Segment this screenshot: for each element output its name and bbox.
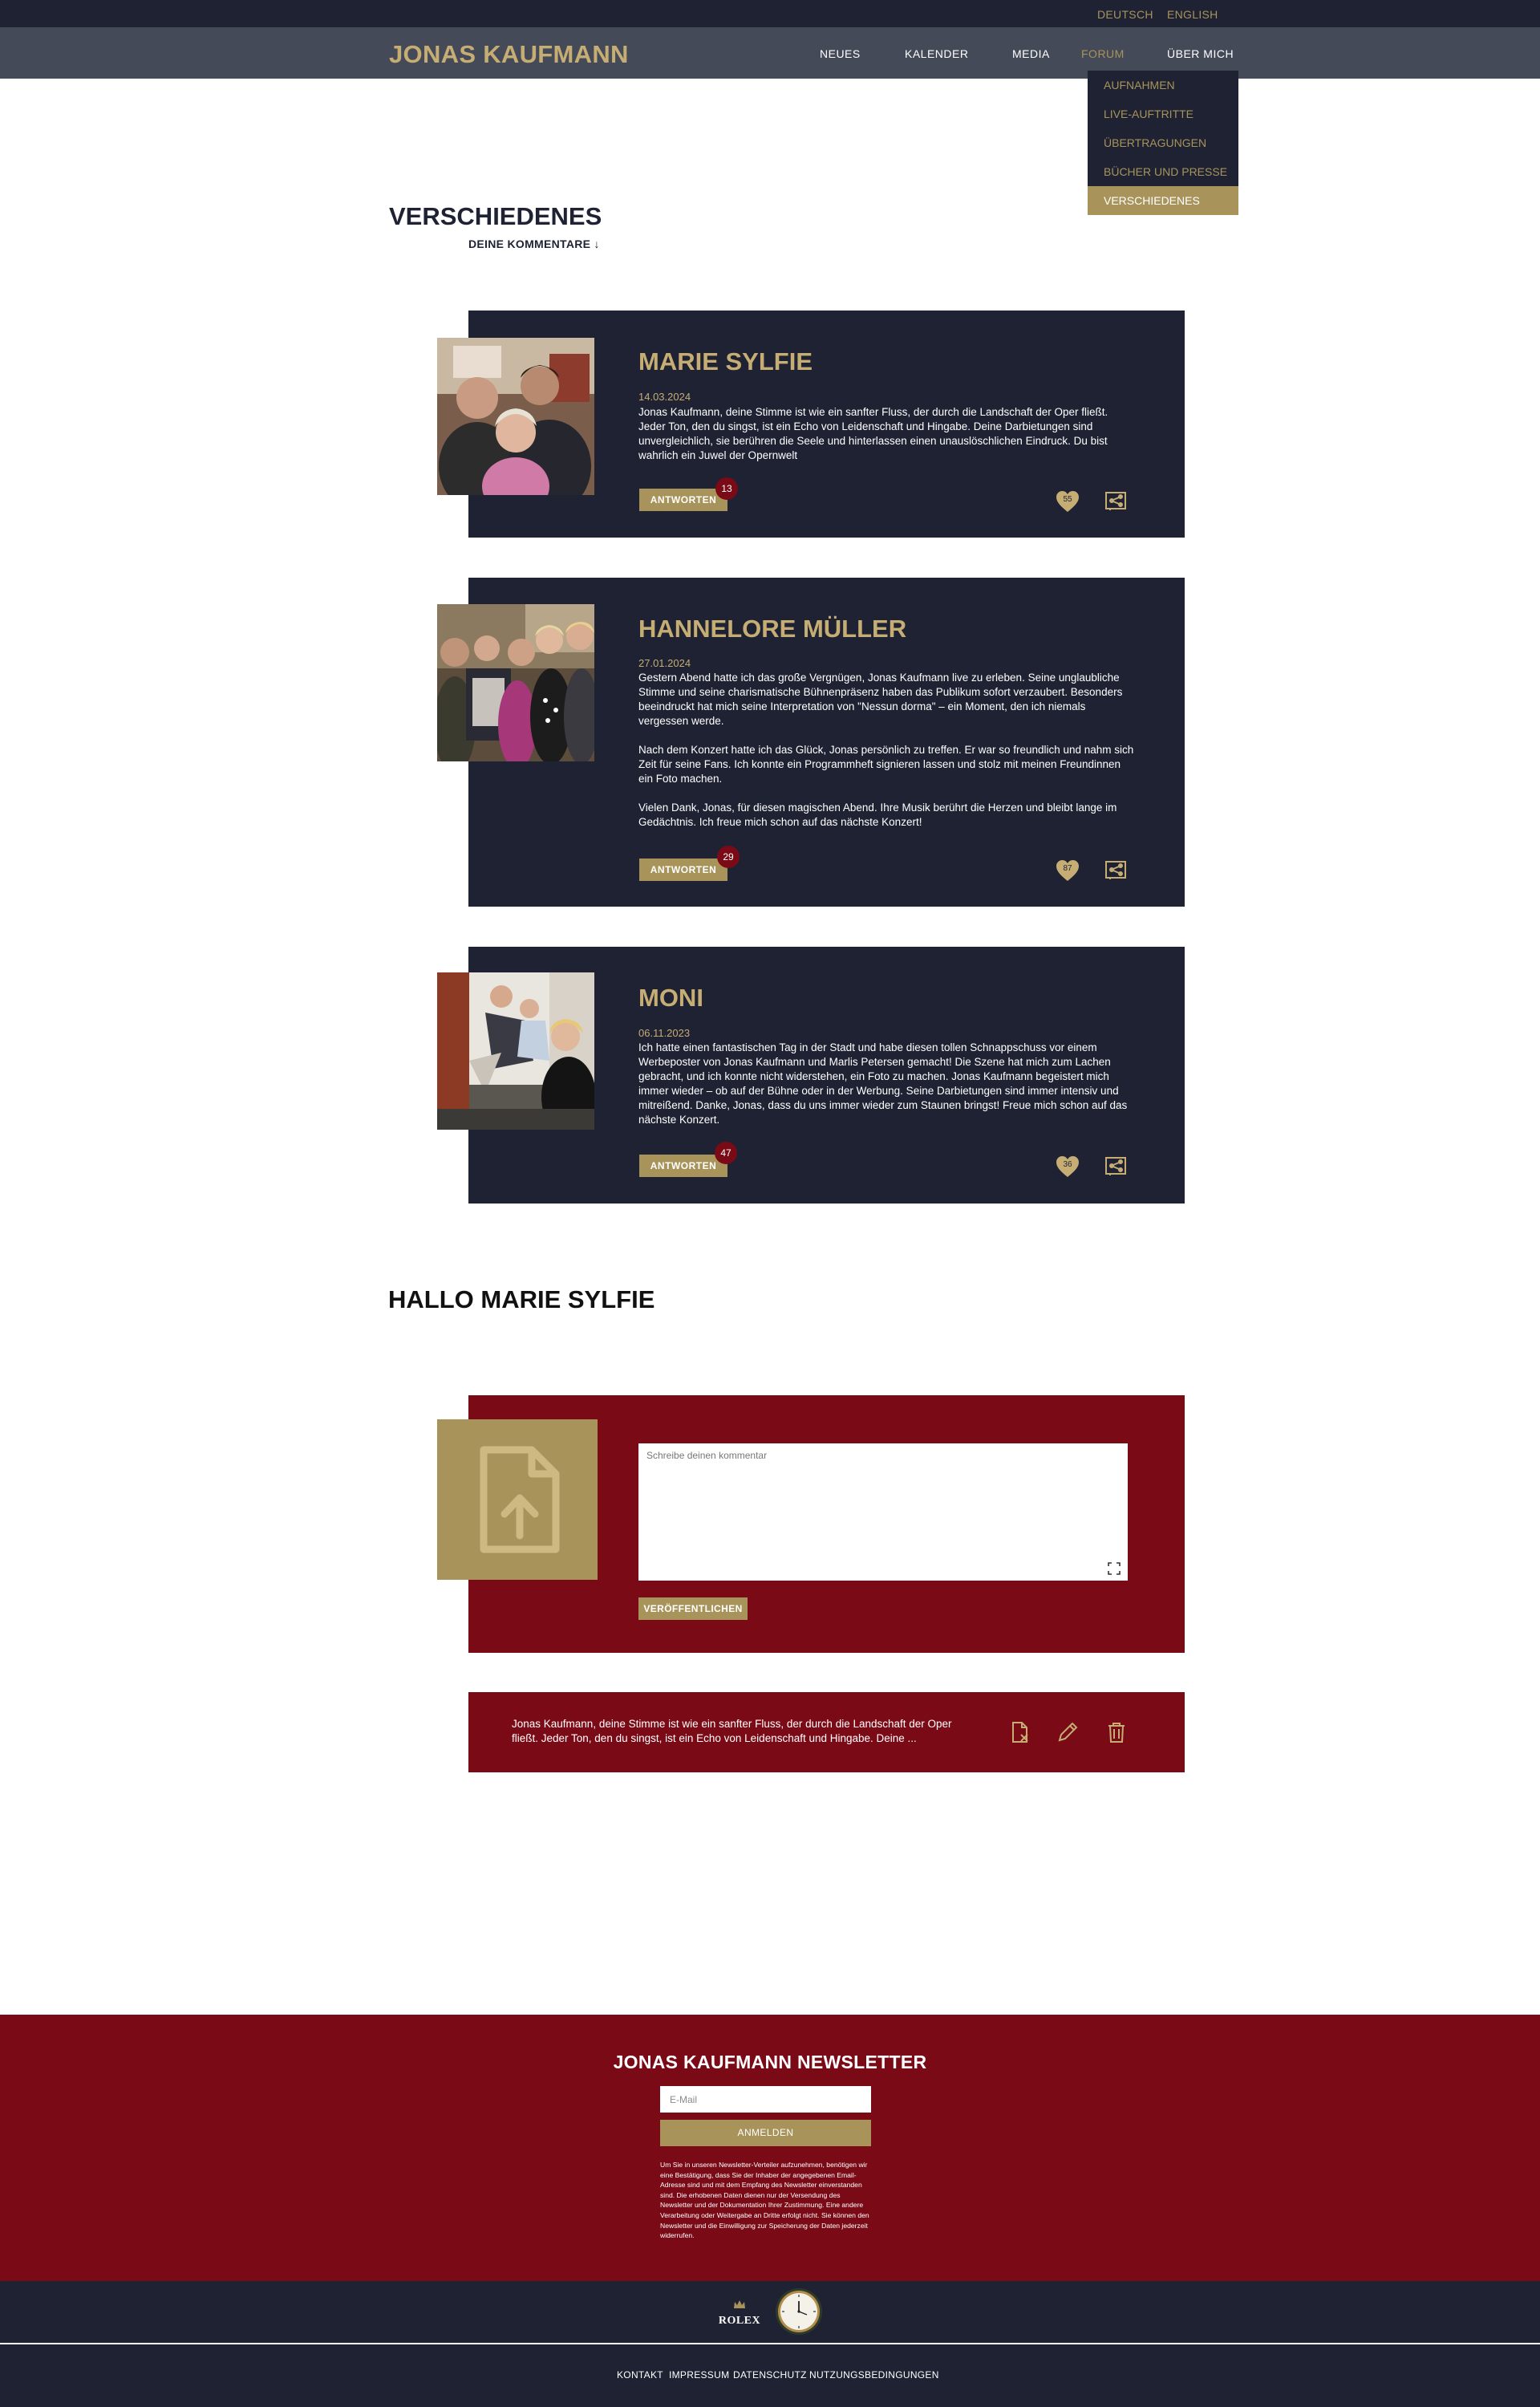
footer-link-impressum[interactable]: IMPRESSUM	[669, 2369, 729, 2381]
comment-paragraph: Jonas Kaufmann, deine Stimme ist wie ein…	[638, 406, 1108, 461]
share-icon[interactable]	[1104, 858, 1128, 883]
crown-icon	[734, 2300, 745, 2308]
footer-link-kontakt[interactable]: KONTAKT	[617, 2369, 663, 2381]
reply-button[interactable]: ANTWORTEN	[639, 858, 727, 881]
share-icon[interactable]	[1104, 1155, 1128, 1179]
newsletter-section: JONAS KAUFMANN NEWSLETTER ANMELDEN Um Si…	[0, 2015, 1540, 2281]
your-comments-link[interactable]: DEINE KOMMENTARE ↓	[468, 237, 600, 250]
newsletter-title: JONAS KAUFMANN NEWSLETTER	[613, 2052, 927, 2072]
newsletter-legal-text: Um Sie in unseren Newsletter-Verteiler a…	[660, 2161, 869, 2240]
reply-count-badge: 47	[715, 1142, 737, 1164]
rolex-logo[interactable]: ROLEX	[715, 2297, 764, 2332]
site-logo[interactable]: JONAS KAUFMANN	[389, 40, 629, 69]
comment-author: HANNELORE MÜLLER	[638, 615, 907, 643]
dropdown-item-live-auftritte[interactable]: LIVE-AUFTRITTE	[1088, 99, 1238, 128]
dropdown-item-verschiedenes[interactable]: VERSCHIEDENES	[1088, 186, 1238, 215]
comment-text: Jonas Kaufmann, deine Stimme ist wie ein…	[638, 405, 1136, 463]
comment-author: MARIE SYLFIE	[638, 347, 813, 375]
language-bar: DEUTSCH ENGLISH	[0, 0, 1540, 27]
reply-button[interactable]: ANTWORTEN	[639, 489, 727, 511]
nav-forum[interactable]: FORUM	[1081, 47, 1125, 60]
expand-icon[interactable]	[1107, 1561, 1121, 1576]
page-title: VERSCHIEDENES	[389, 202, 602, 230]
site-header: JONAS KAUFMANN NEUES KALENDER MEDIA FORU…	[0, 27, 1540, 79]
file-upload-icon	[480, 1446, 560, 1553]
like-heart-icon[interactable]: 36	[1055, 1154, 1080, 1179]
comment-textarea[interactable]	[638, 1443, 1128, 1581]
sponsor-band: ROLEX	[0, 2281, 1540, 2343]
reply-count-badge: 13	[715, 477, 738, 500]
language-english-link[interactable]: ENGLISH	[1167, 8, 1218, 21]
newsletter-subscribe-button[interactable]: ANMELDEN	[660, 2120, 871, 2146]
nav-kalender[interactable]: KALENDER	[905, 47, 968, 60]
comment-paragraph: Nach dem Konzert hatte ich das Glück, Jo…	[638, 744, 1134, 785]
like-count: 87	[1063, 864, 1072, 873]
site-footer: KONTAKT IMPRESSUM DATENSCHUTZ NUTZUNGSBE…	[0, 2344, 1540, 2407]
greeting-heading: HALLO MARIE SYLFIE	[388, 1285, 655, 1313]
rolex-clock-icon	[775, 2287, 823, 2336]
comment-photo[interactable]	[437, 972, 596, 1137]
dropdown-item-buecher-und-presse[interactable]: BÜCHER UND PRESSE	[1088, 157, 1238, 186]
comment-text: Gestern Abend hatte ich das große Vergnü…	[638, 671, 1136, 830]
comment-paragraph: Vielen Dank, Jonas, für diesen magischen…	[638, 802, 1117, 828]
dropdown-item-uebertragungen[interactable]: ÜBERTRAGUNGEN	[1088, 128, 1238, 157]
rolex-wordmark: ROLEX	[718, 2315, 761, 2327]
nav-media[interactable]: MEDIA	[1012, 47, 1050, 60]
like-count: 55	[1063, 495, 1072, 504]
comment-date: 14.03.2024	[638, 391, 691, 403]
nav-ueber-mich[interactable]: ÜBER MICH	[1167, 47, 1234, 60]
like-heart-icon[interactable]: 87	[1055, 858, 1080, 883]
comment-author: MONI	[638, 984, 703, 1012]
footer-link-datenschutz[interactable]: DATENSCHUTZ	[733, 2369, 807, 2381]
dropdown-item-aufnahmen[interactable]: AUFNAHMEN	[1088, 71, 1238, 99]
newsletter-email-input[interactable]	[660, 2086, 871, 2113]
trash-icon[interactable]	[1105, 1721, 1128, 1743]
forum-dropdown-menu: AUFNAHMEN LIVE-AUFTRITTE ÜBERTRAGUNGEN B…	[1088, 71, 1238, 215]
remove-file-icon[interactable]	[1009, 1721, 1031, 1743]
publish-button[interactable]: VERÖFFENTLICHEN	[638, 1597, 748, 1620]
image-upload-button[interactable]	[437, 1419, 598, 1580]
own-comment-panel: Jonas Kaufmann, deine Stimme ist wie ein…	[468, 1692, 1185, 1772]
comment-date: 27.01.2024	[638, 657, 691, 669]
comment-paragraph: Ich hatte einen fantastischen Tag in der…	[638, 1041, 1128, 1126]
own-comment-text: Jonas Kaufmann, deine Stimme ist wie ein…	[512, 1718, 952, 1744]
comment-paragraph: Gestern Abend hatte ich das große Vergnü…	[638, 672, 1123, 727]
comment-date: 06.11.2023	[638, 1027, 691, 1039]
share-icon[interactable]	[1104, 489, 1128, 513]
comment-text: Ich hatte einen fantastischen Tag in der…	[638, 1041, 1136, 1127]
edit-pencil-icon[interactable]	[1056, 1721, 1079, 1743]
like-count: 36	[1063, 1160, 1072, 1169]
reply-button[interactable]: ANTWORTEN	[639, 1155, 727, 1177]
reply-count-badge: 29	[717, 846, 740, 868]
nav-neues[interactable]: NEUES	[820, 47, 861, 60]
footer-link-nutzungsbedingungen[interactable]: NUTZUNGSBEDINGUNGEN	[809, 2369, 939, 2381]
language-deutsch-link[interactable]: DEUTSCH	[1097, 8, 1153, 21]
comment-photo[interactable]	[437, 338, 594, 515]
comment-photo[interactable]	[434, 604, 599, 773]
like-heart-icon[interactable]: 55	[1055, 489, 1080, 514]
